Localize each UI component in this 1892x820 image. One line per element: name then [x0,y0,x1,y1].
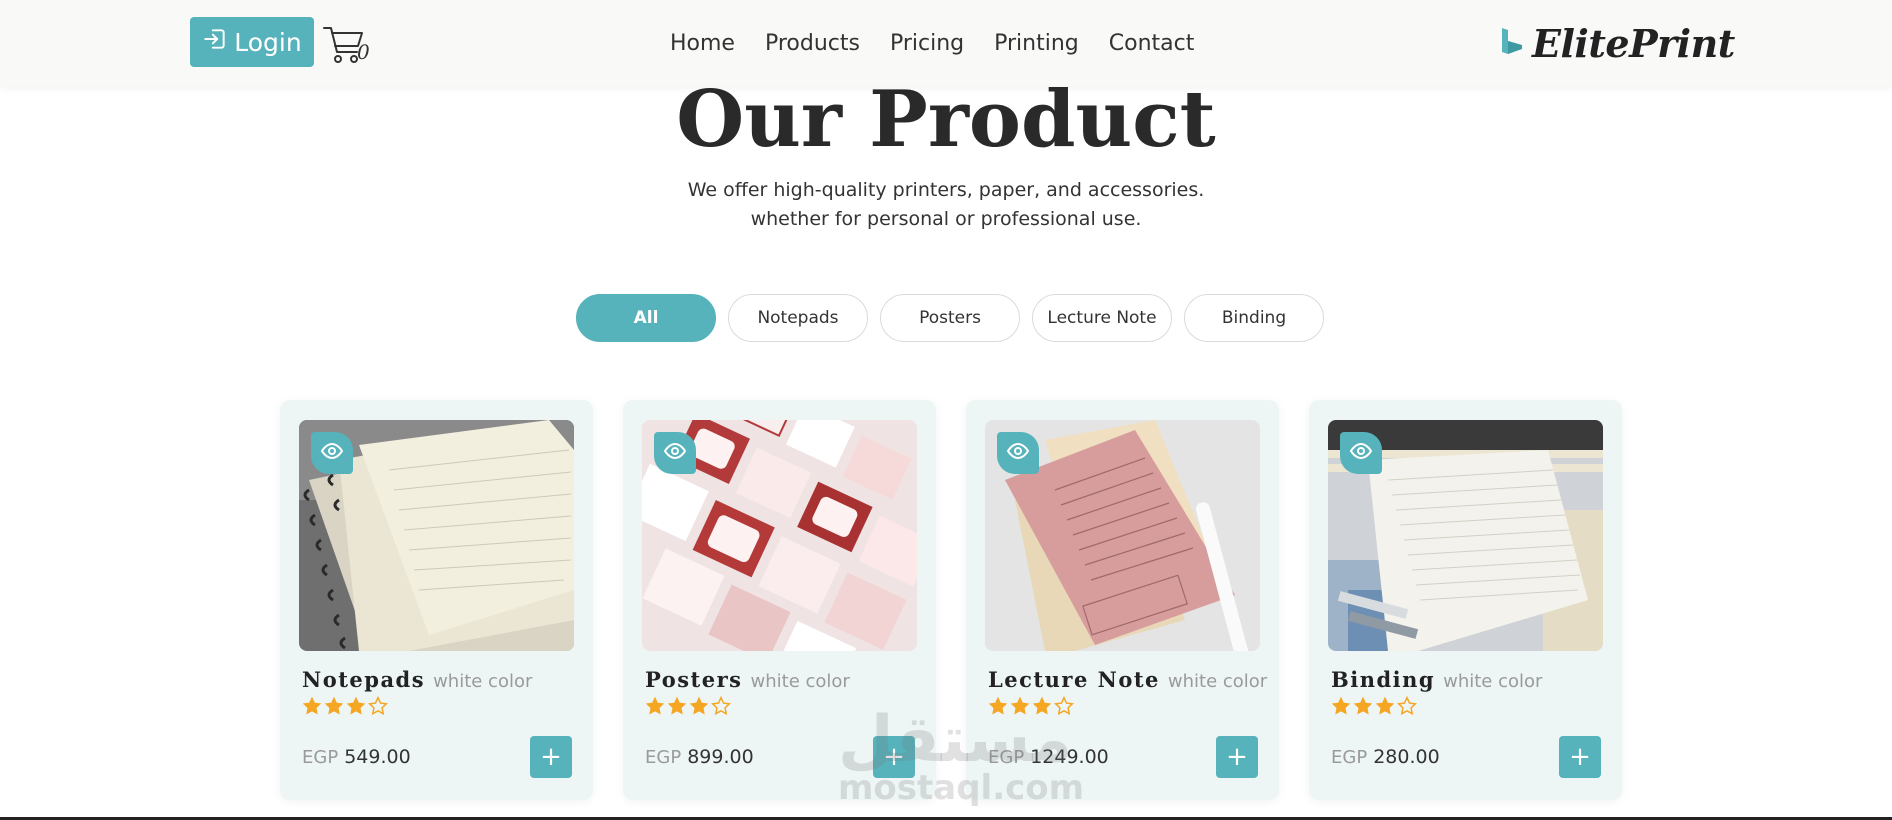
quick-view-button[interactable] [654,432,696,474]
price-currency: EGP [1331,747,1368,768]
product-title: Binding white color [1331,667,1542,692]
nav-contact[interactable]: Contact [1109,31,1195,56]
star-icon [1331,696,1351,715]
product-price: EGP 549.00 [302,746,411,768]
price-currency: EGP [645,747,682,768]
price-amount: 899.00 [687,746,754,768]
quick-view-button[interactable] [997,432,1039,474]
eye-icon [1006,439,1030,467]
filter-lecture-note[interactable]: Lecture Note [1032,294,1172,342]
price-amount: 549.00 [344,746,411,768]
price-currency: EGP [302,747,339,768]
login-button[interactable]: Login [190,17,314,67]
product-name: Posters [645,667,743,692]
nav-printing[interactable]: Printing [994,31,1079,56]
product-image[interactable] [985,420,1260,651]
nav-products[interactable]: Products [765,31,860,56]
login-icon [202,26,228,58]
nav-pricing[interactable]: Pricing [890,31,964,56]
quick-view-button[interactable] [1340,432,1382,474]
add-to-cart-button[interactable]: + [1216,736,1258,778]
product-color: white color [433,671,533,692]
add-to-cart-button[interactable]: + [1559,736,1601,778]
product-color: white color [750,671,850,692]
brand-logo-icon [1498,25,1526,61]
product-title: Posters white color [645,667,850,692]
eye-icon [663,439,687,467]
star-icon [1353,696,1373,715]
product-image[interactable] [299,420,574,651]
login-label: Login [234,27,302,57]
eye-icon [1349,439,1373,467]
star-icon [346,696,366,715]
main-nav: Home Products Pricing Printing Contact [670,0,1194,86]
filter-posters[interactable]: Posters [880,294,1020,342]
subtitle-line-1: We offer high-quality printers, paper, a… [687,179,1205,201]
site-header: Login 0 Home Products Pricing Printing C… [0,0,1892,86]
price-amount: 280.00 [1373,746,1440,768]
watermark-arabic: مستقل [838,703,1073,777]
plus-icon: + [540,742,562,772]
rating-stars [302,696,388,716]
product-price: EGP 899.00 [645,746,754,768]
product-name: Lecture Note [988,667,1160,692]
star-icon [689,696,709,715]
star-icon [302,696,322,715]
filter-notepads[interactable]: Notepads [728,294,868,342]
product-image[interactable] [1328,420,1603,651]
page-title: Our Product [676,74,1216,165]
nav-home[interactable]: Home [670,31,735,56]
product-name: Notepads [302,667,426,692]
subtitle-line-2: whether for personal or professional use… [750,208,1142,230]
product-title: Lecture Note white color [988,667,1267,692]
product-name: Binding [1331,667,1436,692]
star-icon [645,696,665,715]
star-icon [1375,696,1395,715]
brand-name: ElitePrint [1532,20,1735,66]
add-to-cart-button[interactable]: + [530,736,572,778]
rating-stars [1331,696,1417,716]
plus-icon: + [1569,742,1591,772]
cart-count: 0 [357,40,370,64]
product-color: white color [1443,671,1543,692]
page-subtitle: We offer high-quality printers, paper, a… [0,176,1892,234]
star-outline-icon [711,696,731,716]
product-title: Notepads white color [302,667,532,692]
product-card: Binding white color EGP 280.00 + [1309,400,1622,800]
product-card: Notepads white color EGP 549.00 + [280,400,593,800]
product-color: white color [1167,671,1268,692]
watermark-latin: mostaql.com [838,768,1085,808]
brand-logo[interactable]: ElitePrint [1498,18,1735,68]
rating-stars [645,696,731,716]
eye-icon [320,439,344,467]
plus-icon: + [1226,742,1248,772]
star-icon [324,696,344,715]
filter-binding[interactable]: Binding [1184,294,1324,342]
star-outline-icon [1397,696,1417,716]
product-image[interactable] [642,420,917,651]
filter-all[interactable]: All [576,294,716,342]
watermark: مستقل mostaql.com [838,703,1085,808]
product-price: EGP 280.00 [1331,746,1440,768]
cart-button[interactable]: 0 [322,22,374,66]
quick-view-button[interactable] [311,432,353,474]
category-filters: All Notepads Posters Lecture Note Bindin… [576,294,1324,342]
star-outline-icon [368,696,388,716]
star-icon [667,696,687,715]
